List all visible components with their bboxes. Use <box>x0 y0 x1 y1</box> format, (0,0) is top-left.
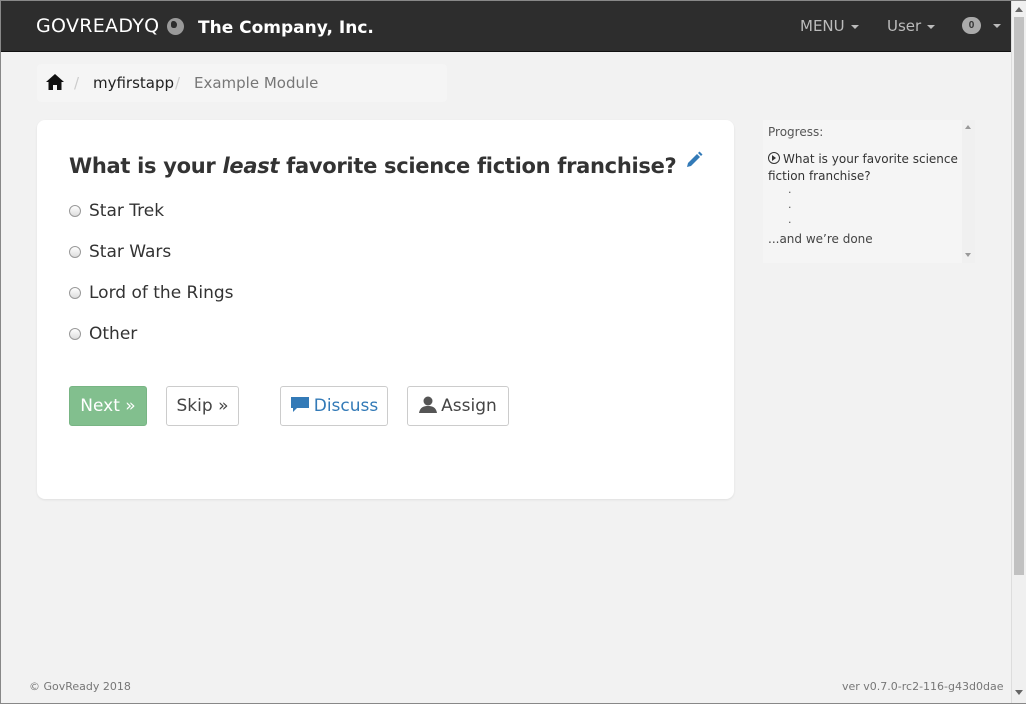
question-prefix: What is your <box>69 154 223 178</box>
assign-label: Assign <box>441 396 497 416</box>
footer-version: ver v0.7.0-rc2-116-g43d0dae <box>842 680 1004 693</box>
scroll-up-arrow-icon[interactable] <box>965 125 971 129</box>
notification-badge[interactable]: 0 <box>962 17 981 34</box>
breadcrumb-project-link[interactable]: myfirstapp <box>93 74 174 92</box>
caret-down-icon <box>927 24 936 29</box>
progress-dot: . <box>788 183 792 196</box>
progress-end-label: ...and we’re done <box>768 232 873 246</box>
next-button[interactable]: Next » <box>69 386 147 426</box>
menu-dropdown[interactable]: MENU <box>800 17 859 35</box>
progress-dot: . <box>788 213 792 226</box>
globe-icon <box>167 18 184 35</box>
question-card: What is your least favorite science fict… <box>37 120 734 499</box>
choice-label[interactable]: Star Trek <box>89 201 164 221</box>
pencil-icon[interactable] <box>685 151 703 169</box>
radio-button[interactable] <box>69 328 81 340</box>
progress-scrollbar[interactable] <box>962 120 975 263</box>
progress-dot: . <box>788 198 792 211</box>
breadcrumb-separator: / <box>74 74 80 92</box>
question-title: What is your least favorite science fict… <box>69 154 677 178</box>
assign-button[interactable]: Assign <box>407 386 509 426</box>
scroll-thumb[interactable] <box>1014 17 1024 575</box>
breadcrumb-current-module: Example Module <box>194 74 319 92</box>
radio-button[interactable] <box>69 246 81 258</box>
radio-button[interactable] <box>69 205 81 217</box>
comment-icon <box>290 397 309 412</box>
progress-step-label: What is your favorite science fiction fr… <box>768 152 958 183</box>
user-label: User <box>887 17 922 35</box>
breadcrumb-separator: / <box>175 74 181 92</box>
page-scrollbar[interactable] <box>1011 1 1026 703</box>
brand-logo[interactable]: GOVREADYQ <box>36 15 159 37</box>
question-emphasis: least <box>222 154 280 178</box>
progress-panel: Progress: What is your favorite science … <box>763 120 975 263</box>
menu-label: MENU <box>800 17 845 35</box>
breadcrumb: / myfirstapp / Example Module <box>37 64 447 102</box>
scroll-up-arrow-icon[interactable] <box>1015 7 1023 12</box>
home-icon[interactable] <box>46 74 64 90</box>
question-suffix: favorite science fiction franchise? <box>279 154 677 178</box>
progress-label: Progress: <box>768 125 824 139</box>
notifications-caret-icon[interactable] <box>993 24 1001 28</box>
play-circle-icon <box>768 152 780 164</box>
user-icon <box>419 396 438 413</box>
footer-copyright: © GovReady 2018 <box>29 680 131 693</box>
progress-current-step[interactable]: What is your favorite science fiction fr… <box>768 151 960 185</box>
discuss-label: Discuss <box>313 396 379 416</box>
radio-button[interactable] <box>69 287 81 299</box>
skip-button[interactable]: Skip » <box>166 386 239 426</box>
discuss-button[interactable]: Discuss <box>280 386 388 426</box>
choice-label[interactable]: Other <box>89 324 137 344</box>
scroll-down-arrow-icon[interactable] <box>965 253 971 257</box>
choice-label[interactable]: Star Wars <box>89 242 171 262</box>
user-dropdown[interactable]: User <box>887 17 936 35</box>
organization-name[interactable]: The Company, Inc. <box>198 18 374 38</box>
top-navbar: GOVREADYQ The Company, Inc. MENU User 0 <box>1 1 1011 52</box>
caret-down-icon <box>850 24 859 29</box>
choice-label[interactable]: Lord of the Rings <box>89 283 234 303</box>
scroll-down-arrow-icon[interactable] <box>1015 690 1023 695</box>
